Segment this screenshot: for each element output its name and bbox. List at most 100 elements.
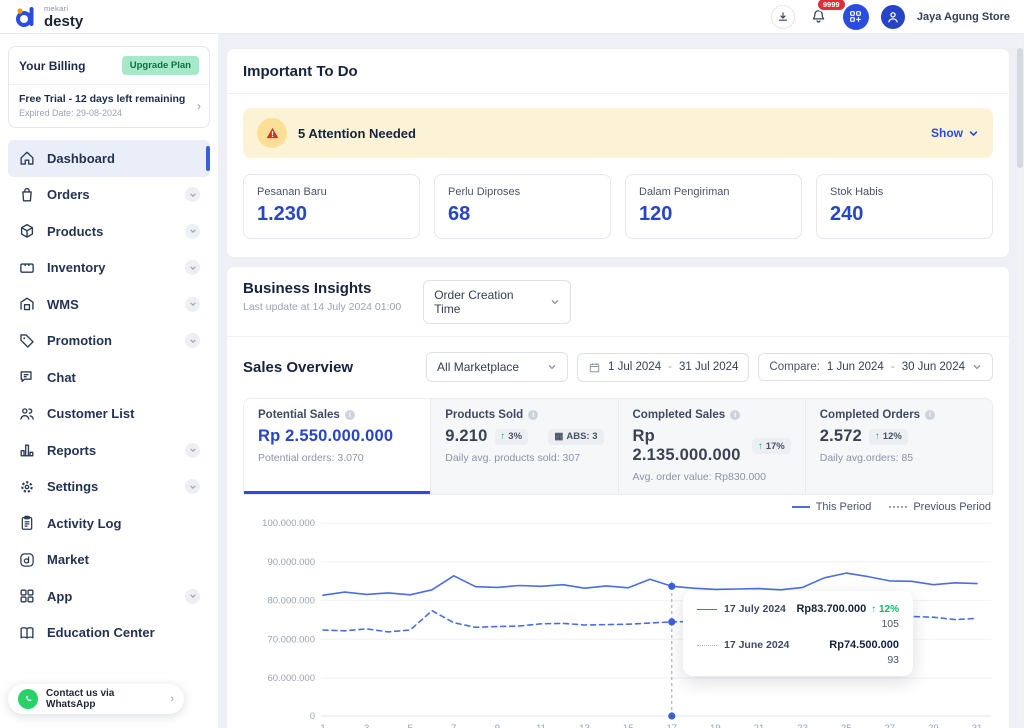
download-icon bbox=[776, 10, 790, 24]
sidebar-item-market[interactable]: Market bbox=[8, 542, 210, 579]
chevron-down-icon bbox=[972, 362, 982, 372]
sidebar-item-dashboard[interactable]: Dashboard bbox=[8, 140, 210, 177]
sidebar-item-education-center[interactable]: Education Center bbox=[8, 615, 210, 652]
warehouse-icon bbox=[18, 295, 36, 313]
sidebar-item-wms[interactable]: WMS bbox=[8, 286, 210, 323]
desty-market-icon bbox=[18, 551, 36, 569]
stat-card-dalam-pengiriman[interactable]: Dalam Pengiriman 120 bbox=[625, 174, 802, 239]
chevron-down-icon bbox=[185, 333, 200, 348]
tab-completed-orders[interactable]: Completed Ordersi 2.572 ↑12% Daily avg.o… bbox=[805, 399, 992, 494]
tab-products-sold[interactable]: Products Soldi 9.210 ↑3% ▦ABS: 3 Daily a… bbox=[430, 399, 617, 494]
abs-badge: ▦ABS: 3 bbox=[548, 429, 603, 445]
svg-text:90.000.000: 90.000.000 bbox=[267, 557, 315, 568]
avatar[interactable] bbox=[881, 5, 905, 29]
info-icon[interactable]: i bbox=[528, 410, 538, 420]
sidebar-item-app[interactable]: App bbox=[8, 578, 210, 615]
stat-card-perlu-diproses[interactable]: Perlu Diproses 68 bbox=[434, 174, 611, 239]
marketplace-select[interactable]: All Marketplace bbox=[426, 352, 568, 382]
tab-subtitle: Daily avg.orders: 85 bbox=[820, 452, 978, 464]
business-insights-card: Business Insights Last update at 14 July… bbox=[226, 266, 1010, 728]
svg-text:19: 19 bbox=[710, 723, 721, 728]
sidebar-item-label: Customer List bbox=[47, 406, 134, 421]
brand-logo[interactable]: mekari desty bbox=[14, 5, 83, 29]
svg-text:29: 29 bbox=[928, 723, 939, 728]
tooltip-value: Rp83.700.000 bbox=[796, 603, 866, 615]
compare-from: 1 Jun 2024 bbox=[827, 361, 884, 373]
chart-tooltip: 17 July 2024 Rp83.700.000 ↑ 12% 105 17 J… bbox=[683, 591, 913, 676]
stat-value: 240 bbox=[830, 203, 979, 226]
tab-value: 2.572 bbox=[820, 427, 862, 446]
scrollbar-thumb[interactable] bbox=[1017, 48, 1023, 168]
sidebar-item-chat[interactable]: Chat bbox=[8, 359, 210, 396]
compare-range-picker[interactable]: Compare: 1 Jun 2024 - 30 Jun 2024 bbox=[758, 353, 993, 381]
info-icon[interactable]: i bbox=[345, 410, 355, 420]
sidebar-item-settings[interactable]: Settings bbox=[8, 469, 210, 506]
sidebar-item-orders[interactable]: Orders bbox=[8, 177, 210, 214]
sidebar-item-products[interactable]: Products bbox=[8, 213, 210, 250]
desty-logo-icon bbox=[14, 5, 38, 29]
svg-text:1: 1 bbox=[320, 723, 325, 728]
time-filter-select[interactable]: Order Creation Time bbox=[423, 280, 571, 324]
download-button[interactable] bbox=[771, 5, 795, 29]
vertical-scrollbar[interactable] bbox=[1017, 40, 1023, 722]
tag-icon bbox=[18, 332, 36, 350]
home-icon bbox=[18, 149, 36, 167]
insights-last-update: Last update at 14 July 2024 01:00 bbox=[243, 301, 401, 313]
sidebar-item-activity-log[interactable]: Activity Log bbox=[8, 505, 210, 542]
svg-text:7: 7 bbox=[451, 723, 456, 728]
brand-small: mekari bbox=[44, 5, 83, 13]
top-header: mekari desty 9999 bbox=[0, 0, 1024, 34]
show-toggle[interactable]: Show bbox=[931, 126, 979, 140]
tab-subtitle: Avg. order value: Rp830.000 bbox=[633, 471, 791, 483]
store-name[interactable]: Jaya Agung Store bbox=[917, 11, 1010, 23]
tab-completed-sales[interactable]: Completed Salesi Rp 2.135.000.000 ↑17% A… bbox=[618, 399, 805, 494]
warning-icon bbox=[257, 118, 287, 148]
svg-text:21: 21 bbox=[754, 723, 765, 728]
important-todo-card: Important To Do 5 Attention Needed Show … bbox=[226, 48, 1010, 258]
date-range-picker[interactable]: 1 Jul 2024 - 31 Jul 2024 bbox=[577, 353, 749, 382]
sidebar-item-label: Dashboard bbox=[47, 151, 115, 166]
todo-stats: Pesanan Baru 1.230 Perlu Diproses 68 Dal… bbox=[243, 174, 993, 239]
sales-chart[interactable]: This Period Previous Period 100.000.0009… bbox=[243, 499, 993, 728]
notifications-button[interactable]: 9999 bbox=[807, 5, 831, 29]
info-icon[interactable]: i bbox=[730, 410, 740, 420]
whatsapp-contact-button[interactable]: Contact us via WhatsApp › bbox=[8, 684, 184, 714]
sidebar-item-label: Orders bbox=[47, 187, 90, 202]
tab-potential-sales[interactable]: Potential Salesi Rp 2.550.000.000 Potent… bbox=[244, 399, 430, 494]
sidebar-item-inventory[interactable]: Inventory bbox=[8, 250, 210, 287]
svg-text:13: 13 bbox=[579, 723, 590, 728]
sidebar-item-label: WMS bbox=[47, 297, 79, 312]
apps-grid-plus-icon bbox=[848, 9, 863, 24]
upgrade-plan-button[interactable]: Upgrade Plan bbox=[122, 56, 199, 75]
sidebar-item-label: App bbox=[47, 589, 72, 604]
chevron-down-icon bbox=[185, 260, 200, 275]
tab-subtitle: Potential orders: 3.070 bbox=[258, 452, 416, 464]
date-separator: - bbox=[668, 361, 672, 373]
gear-icon bbox=[18, 478, 36, 496]
dashed-line-sample bbox=[697, 645, 717, 646]
tab-value: Rp 2.135.000.000 bbox=[633, 427, 745, 465]
sidebar-item-reports[interactable]: Reports bbox=[8, 432, 210, 469]
inventory-icon bbox=[18, 259, 36, 277]
apps-button[interactable] bbox=[843, 4, 869, 30]
billing-title: Your Billing bbox=[19, 59, 85, 73]
stat-card-pesanan-baru[interactable]: Pesanan Baru 1.230 bbox=[243, 174, 420, 239]
billing-plan-row[interactable]: Free Trial - 12 days left remaining Expi… bbox=[9, 85, 209, 127]
chevron-down-icon bbox=[185, 443, 200, 458]
stat-label: Stok Habis bbox=[830, 186, 979, 198]
sidebar-item-label: Education Center bbox=[47, 625, 155, 640]
sidebar-item-customer-list[interactable]: Customer List bbox=[8, 396, 210, 433]
sidebar-item-promotion[interactable]: Promotion bbox=[8, 323, 210, 360]
svg-text:60.000.000: 60.000.000 bbox=[267, 673, 315, 684]
info-icon[interactable]: i bbox=[925, 410, 935, 420]
tooltip-count: 105 bbox=[697, 618, 899, 630]
tooltip-value: Rp74.500.000 bbox=[829, 639, 899, 651]
svg-text:31: 31 bbox=[972, 723, 983, 728]
svg-text:23: 23 bbox=[797, 723, 808, 728]
stat-card-stok-habis[interactable]: Stok Habis 240 bbox=[816, 174, 993, 239]
date-to: 31 Jul 2024 bbox=[679, 361, 738, 373]
notification-badge: 9999 bbox=[816, 0, 847, 12]
billing-plan: Free Trial - 12 days left remaining bbox=[19, 93, 187, 105]
change-badge: ↑17% bbox=[752, 438, 791, 454]
chevron-down-icon bbox=[547, 362, 557, 372]
